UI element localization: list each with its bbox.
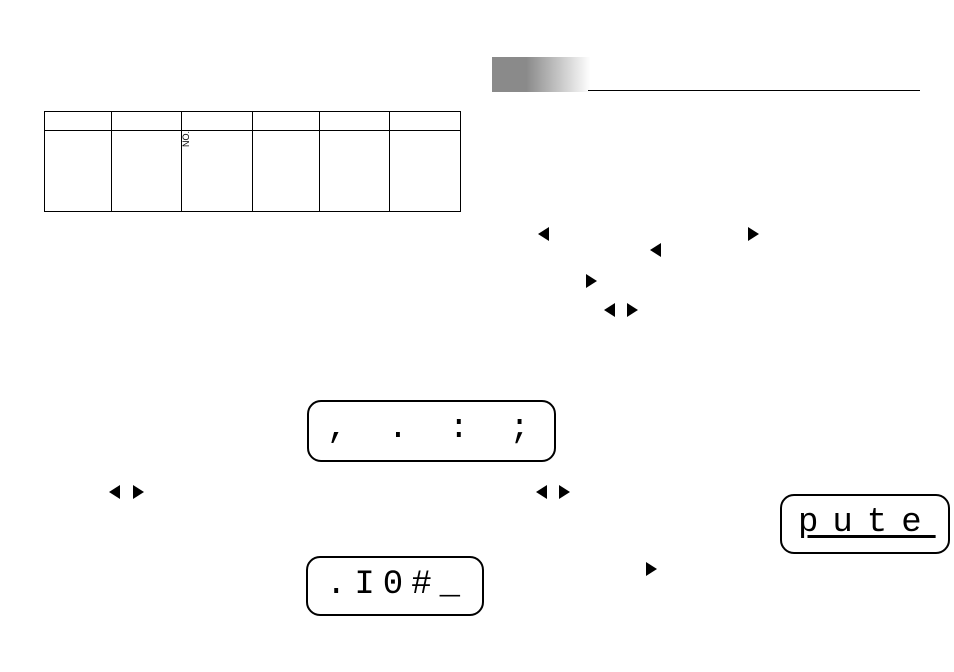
table-header-cell xyxy=(390,112,461,131)
table-header-row xyxy=(45,112,461,131)
data-table-head xyxy=(45,112,461,131)
arrow-right-icon xyxy=(133,485,144,499)
header-gradient-block xyxy=(492,57,590,92)
char-box-punctuation-text: , . : ; xyxy=(327,412,540,446)
arrow-left-icon xyxy=(650,243,661,257)
table-cell xyxy=(319,131,390,212)
arrow-right-icon xyxy=(646,562,657,576)
table-header-cell xyxy=(45,112,112,131)
table-header-cell xyxy=(319,112,390,131)
table-row: NO. xyxy=(45,131,461,212)
arrow-left-icon xyxy=(604,303,615,317)
arrow-right-icon xyxy=(559,485,570,499)
table-header-cell xyxy=(252,112,319,131)
arrow-left-icon xyxy=(538,227,549,241)
arrow-left-icon xyxy=(109,485,120,499)
header-rule xyxy=(588,90,920,91)
table-cell xyxy=(390,131,461,212)
table-vertical-label: NO. xyxy=(182,131,191,149)
char-box-pute: pute xyxy=(780,494,950,554)
table-cell xyxy=(45,131,112,212)
char-box-pute-text: pute xyxy=(798,506,936,540)
char-box-punctuation: , . : ; xyxy=(307,400,556,462)
table-header-cell xyxy=(111,112,182,131)
char-box-symbols: .I0#_ xyxy=(306,556,484,616)
table-cell xyxy=(252,131,319,212)
char-box-symbols-text: .I0#_ xyxy=(326,568,468,602)
arrow-right-icon xyxy=(748,227,759,241)
table-cell xyxy=(111,131,182,212)
data-table-body: NO. xyxy=(45,131,461,212)
table-cell: NO. xyxy=(182,131,253,212)
arrow-right-icon xyxy=(586,274,597,288)
data-table: NO. xyxy=(44,111,461,212)
arrow-left-icon xyxy=(536,485,547,499)
arrow-right-icon xyxy=(627,303,638,317)
table-header-cell xyxy=(182,112,253,131)
data-table-wrapper: NO. xyxy=(44,111,461,212)
